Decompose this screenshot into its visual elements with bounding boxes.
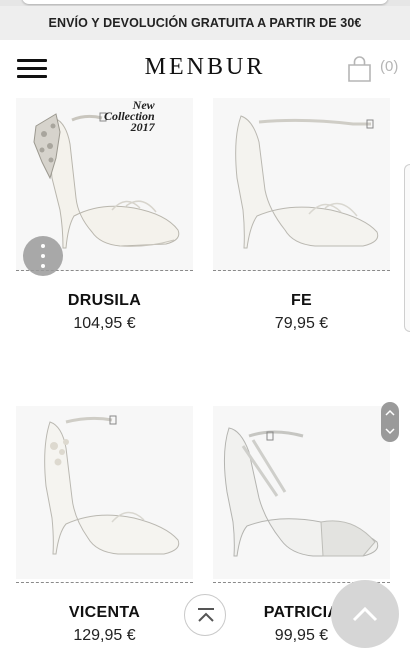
- page: ENVÍO Y DEVOLUCIÓN GRATUITA A PARTIR DE …: [0, 0, 410, 650]
- promo-text: ENVÍO Y DEVOLUCIÓN GRATUITA A PARTIR DE …: [48, 16, 362, 30]
- scroll-handle[interactable]: [381, 402, 399, 442]
- product-name[interactable]: FE: [213, 292, 390, 310]
- product-name[interactable]: DRUSILA: [16, 292, 193, 310]
- chevron-up-icon: [352, 606, 378, 622]
- cart-button[interactable]: (0): [344, 54, 402, 84]
- badge-line-3: 2017: [130, 120, 155, 134]
- scroll-up-button[interactable]: [331, 580, 399, 648]
- product-card-vicenta: VICENTA 129,95 €: [16, 406, 193, 650]
- product-image[interactable]: [16, 406, 193, 579]
- divider: [16, 582, 193, 583]
- product-price: 129,95 €: [73, 627, 136, 644]
- shoe-image: [44, 415, 180, 555]
- product-price: 79,95 €: [274, 315, 329, 332]
- shoe-image: [235, 115, 379, 249]
- shopping-bag-icon: [348, 56, 371, 82]
- promo-banner: ENVÍO Y DEVOLUCIÓN GRATUITA A PARTIR DE …: [0, 6, 410, 40]
- scroll-arrows-icon: [385, 409, 395, 435]
- cart-count: (0): [380, 58, 399, 75]
- site-header: MENBUR (0): [0, 40, 410, 98]
- divider: [213, 270, 390, 271]
- product-image[interactable]: [213, 98, 390, 271]
- more-vertical-icon[interactable]: [23, 236, 63, 276]
- new-collection-badge: New Collection 2017: [104, 99, 155, 134]
- double-chevron-up-icon: [198, 608, 214, 622]
- url-field[interactable]: [22, 0, 388, 4]
- product-image[interactable]: [213, 406, 390, 579]
- shoe-image: [223, 427, 379, 557]
- product-price: 104,95 €: [73, 315, 136, 332]
- back-to-top-icon[interactable]: [184, 594, 226, 636]
- product-card-drusila: New Collection 2017 DRUSILA 104,95 €: [16, 98, 193, 338]
- side-panel-tab[interactable]: [404, 164, 410, 332]
- product-card-fe: FE 79,95 €: [213, 98, 390, 338]
- product-name[interactable]: VICENTA: [16, 604, 193, 622]
